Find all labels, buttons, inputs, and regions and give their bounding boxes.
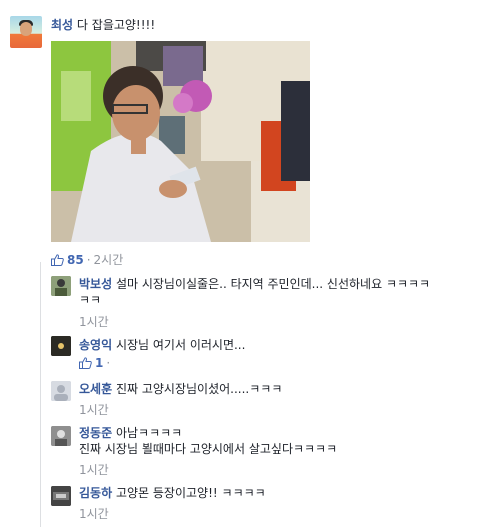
reply-time[interactable]: 1시간: [79, 313, 109, 330]
reply-body: 오세훈 진짜 고양시장님이셨어.....ㅋㅋㅋ: [79, 381, 282, 397]
thumbs-up-icon[interactable]: [79, 357, 92, 369]
reply-body: 송영익 시장님 여기서 이러시면...: [79, 337, 245, 353]
reply-author[interactable]: 송영익: [79, 338, 112, 352]
thumbs-up-icon[interactable]: [51, 253, 64, 266]
avatar[interactable]: [51, 426, 71, 446]
meta-separator: ·: [86, 252, 91, 267]
reply-text-continued: ㅋㅋ: [79, 293, 102, 307]
meta-separator: ·: [106, 356, 111, 370]
avatar[interactable]: [51, 336, 71, 356]
reply-body: 김동하 고양몬 등장이고양!! ㅋㅋㅋㅋ: [79, 485, 266, 501]
reply-author[interactable]: 오세훈: [79, 382, 112, 396]
avatar[interactable]: [51, 276, 71, 296]
comment-body: 최성 다 잡을고양!!!!: [51, 17, 155, 33]
reply-body: 정동준 아남ㅋㅋㅋㅋ: [79, 425, 182, 441]
reply-text: 진짜 고양시장님이셨어.....ㅋㅋㅋ: [115, 382, 283, 396]
reply-meta: 1시간: [79, 401, 109, 418]
comment-meta: 85 · 2시간: [51, 251, 123, 268]
avatar[interactable]: [51, 486, 71, 506]
comment-time[interactable]: 2시간: [94, 251, 124, 268]
avatar[interactable]: [51, 381, 71, 401]
reply-meta: 1시간: [79, 505, 109, 522]
comment-photo[interactable]: [51, 41, 310, 242]
reply-text: 고양몬 등장이고양!! ㅋㅋㅋㅋ: [115, 486, 266, 500]
reply-thread-line: [40, 262, 41, 527]
reply-meta: 1시간: [79, 461, 109, 478]
reply-body: 박보성 설마 시장님이실줄은.. 타지역 주민인데... 신선하네요 ㅋㅋㅋㅋ: [79, 276, 430, 292]
reply-text-continued: 진짜 시장님 뵐때마다 고양시에서 살고싶다ㅋㅋㅋㅋ: [79, 442, 338, 456]
reply-author[interactable]: 김동하: [79, 486, 112, 500]
reply-text: 설마 시장님이실줄은.. 타지역 주민인데... 신선하네요 ㅋㅋㅋㅋ: [115, 277, 431, 291]
reply-author[interactable]: 정동준: [79, 426, 112, 440]
reply-time[interactable]: 1시간: [79, 505, 109, 522]
reply-author[interactable]: 박보성: [79, 277, 112, 291]
avatar[interactable]: [10, 16, 42, 48]
reply-time[interactable]: 1시간: [79, 461, 109, 478]
comment-author[interactable]: 최성: [51, 18, 73, 32]
reply-time[interactable]: 1시간: [79, 401, 109, 418]
reply-text: 아남ㅋㅋㅋㅋ: [115, 426, 183, 440]
reply-meta: 1시간: [79, 313, 109, 330]
reply-meta: 1 ·: [79, 356, 113, 370]
comment-message: 다 잡을고양!!!!: [76, 18, 156, 32]
like-count[interactable]: 1: [95, 356, 103, 370]
reply-text: 시장님 여기서 이러시면...: [115, 338, 246, 352]
like-count[interactable]: 85: [67, 253, 84, 267]
